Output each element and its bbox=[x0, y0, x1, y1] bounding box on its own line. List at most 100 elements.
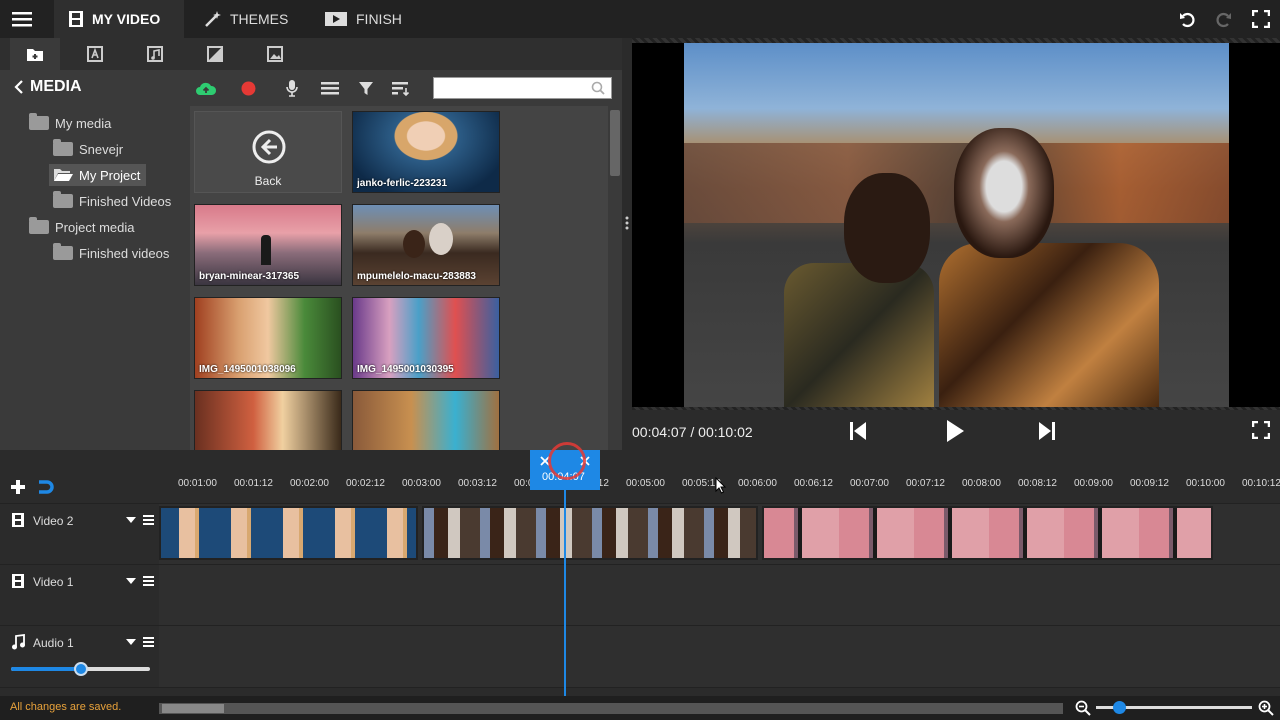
search-box[interactable] bbox=[433, 77, 612, 99]
folder-icon bbox=[26, 46, 44, 62]
tree-item-snevejr[interactable]: Snevejr bbox=[53, 138, 129, 160]
scrollbar-thumb[interactable] bbox=[610, 110, 620, 176]
timeline-scrollbar[interactable] bbox=[159, 703, 1063, 714]
media-thumb[interactable]: mpumelelo-macu-283883 bbox=[352, 204, 500, 286]
record-icon[interactable] bbox=[241, 81, 256, 96]
volume-slider-knob[interactable] bbox=[73, 662, 88, 676]
search-icon[interactable] bbox=[591, 81, 605, 95]
tab-my-video[interactable]: MY VIDEO bbox=[54, 0, 184, 38]
caret-down-icon[interactable] bbox=[126, 639, 136, 645]
play-icon[interactable] bbox=[945, 419, 965, 443]
microphone-icon[interactable] bbox=[285, 79, 299, 97]
tab-transitions[interactable] bbox=[190, 38, 240, 70]
skip-back-icon[interactable] bbox=[849, 421, 867, 441]
caret-down-icon[interactable] bbox=[126, 578, 136, 584]
magnet-snap-icon[interactable] bbox=[38, 479, 56, 495]
face-shape bbox=[429, 223, 453, 255]
tree-item-finished-videos-project[interactable]: Finished videos bbox=[53, 242, 175, 264]
tree-item-label: Snevejr bbox=[79, 141, 124, 157]
media-thumb[interactable]: IMG_1495001030395 bbox=[352, 297, 500, 379]
caret-down-icon[interactable] bbox=[126, 517, 136, 523]
ruler-tick: 00:03:12 bbox=[458, 478, 497, 489]
film-icon bbox=[68, 10, 84, 28]
zoom-in-icon[interactable] bbox=[1258, 700, 1274, 716]
track-menu-icon[interactable] bbox=[143, 515, 154, 525]
ruler-tick: 00:01:00 bbox=[178, 478, 217, 489]
timeline-clip[interactable] bbox=[422, 506, 758, 560]
person-right-face bbox=[954, 128, 1054, 258]
zoom-slider[interactable] bbox=[1096, 701, 1252, 714]
fullscreen-preview-icon[interactable] bbox=[1252, 421, 1270, 439]
chevron-left-icon bbox=[14, 79, 24, 95]
folder-open-icon bbox=[53, 168, 73, 182]
track-header-video-2: Video 2 bbox=[0, 504, 159, 565]
transition-icon bbox=[206, 45, 224, 63]
media-thumb[interactable]: bryan-minear-317365 bbox=[194, 204, 342, 286]
tree-item-label: My media bbox=[55, 115, 112, 131]
add-track-icon[interactable] bbox=[10, 479, 26, 495]
track-menu-icon[interactable] bbox=[143, 637, 154, 647]
media-back-link[interactable]: MEDIA bbox=[14, 78, 82, 96]
cloud-upload-icon[interactable] bbox=[195, 80, 217, 96]
panel-splitter[interactable] bbox=[622, 38, 632, 450]
track-header-video-1: Video 1 bbox=[0, 565, 159, 626]
tree-item-my-project[interactable]: My Project bbox=[49, 164, 147, 186]
media-thumb-label: IMG_1495001030395 bbox=[357, 364, 454, 375]
zoom-slider-knob[interactable] bbox=[1113, 701, 1127, 714]
track-row-audio-1[interactable] bbox=[159, 626, 1280, 688]
media-toolbar: MEDIA bbox=[0, 70, 622, 106]
track-row-video-1[interactable] bbox=[159, 565, 1280, 626]
timeline-ruler[interactable]: 00:01:00 00:01:12 00:02:00 00:02:12 00:0… bbox=[0, 450, 1280, 504]
tree-item-project-media[interactable]: Project media bbox=[29, 216, 140, 238]
tab-music[interactable] bbox=[130, 38, 180, 70]
media-thumb[interactable] bbox=[194, 390, 342, 450]
ruler-tick: 00:02:12 bbox=[346, 478, 385, 489]
film-icon bbox=[11, 512, 25, 528]
tab-themes[interactable]: THEMES bbox=[190, 0, 302, 38]
search-input[interactable] bbox=[434, 78, 584, 98]
tab-media-folder[interactable] bbox=[10, 38, 60, 70]
media-scrollbar[interactable] bbox=[608, 106, 622, 450]
ruler-tick: 00:07:00 bbox=[850, 478, 889, 489]
video-preview bbox=[632, 38, 1280, 414]
list-view-icon[interactable] bbox=[321, 81, 339, 95]
tab-finish[interactable]: FINISH bbox=[310, 0, 416, 38]
tree-item-my-media[interactable]: My media bbox=[29, 112, 117, 134]
face-shape bbox=[403, 230, 425, 258]
track-label: Audio 1 bbox=[33, 636, 74, 650]
music-note-icon bbox=[11, 634, 25, 650]
track-row-video-2[interactable] bbox=[159, 504, 1280, 565]
media-thumb-label: janko-ferlic-223231 bbox=[357, 178, 448, 189]
status-message: All changes are saved. bbox=[10, 701, 122, 713]
hamburger-menu-icon[interactable] bbox=[12, 11, 32, 27]
sort-icon[interactable] bbox=[392, 81, 410, 96]
arrow-left-circle-icon bbox=[252, 130, 286, 164]
ruler-tick: 00:07:12 bbox=[906, 478, 945, 489]
track-header-audio-1: Audio 1 bbox=[0, 626, 159, 688]
track-menu-icon[interactable] bbox=[143, 576, 154, 586]
media-thumb[interactable] bbox=[352, 390, 500, 450]
back-tile[interactable]: Back bbox=[194, 111, 342, 193]
timeline-clip[interactable] bbox=[159, 506, 418, 560]
media-thumb[interactable]: IMG_1495001038096 bbox=[194, 297, 342, 379]
tree-item-label: Finished videos bbox=[79, 245, 170, 261]
zoom-out-icon[interactable] bbox=[1075, 700, 1091, 716]
tab-text[interactable] bbox=[70, 38, 120, 70]
filter-icon[interactable] bbox=[358, 81, 374, 96]
ruler-tick: 00:06:12 bbox=[794, 478, 833, 489]
undo-icon[interactable] bbox=[1178, 10, 1196, 28]
media-thumb[interactable]: janko-ferlic-223231 bbox=[352, 111, 500, 193]
preview-frame[interactable] bbox=[684, 43, 1229, 407]
scrollbar-thumb[interactable] bbox=[162, 704, 224, 713]
folder-tree: My media Snevejr My Project Finished Vid… bbox=[0, 106, 190, 450]
tab-overlays[interactable] bbox=[250, 38, 300, 70]
ruler-tick: 00:08:00 bbox=[962, 478, 1001, 489]
redo-icon[interactable] bbox=[1215, 10, 1233, 28]
volume-slider[interactable] bbox=[11, 662, 150, 676]
skip-forward-icon[interactable] bbox=[1038, 421, 1056, 441]
time-readout: 00:04:07 / 00:10:02 bbox=[632, 424, 753, 440]
click-indicator bbox=[548, 442, 586, 480]
tree-item-finished-videos[interactable]: Finished Videos bbox=[53, 190, 177, 212]
timeline-clip[interactable] bbox=[762, 506, 1213, 560]
fullscreen-icon[interactable] bbox=[1252, 10, 1270, 28]
